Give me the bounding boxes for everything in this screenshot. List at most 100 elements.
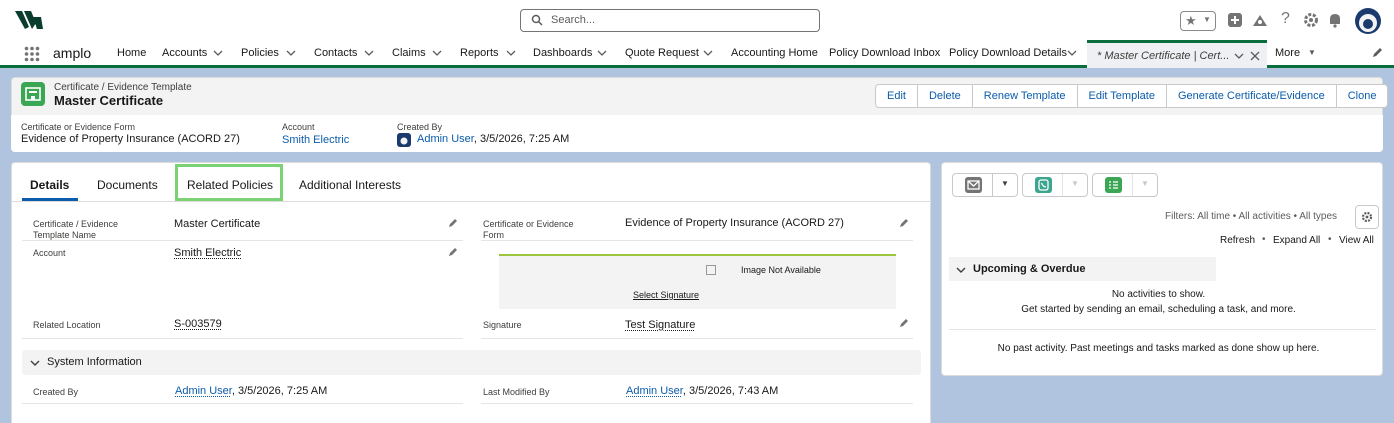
- edit-template-button[interactable]: Edit Template: [1077, 85, 1166, 107]
- edit-pencil-icon[interactable]: [448, 247, 458, 257]
- clone-button[interactable]: Clone: [1336, 85, 1388, 107]
- log-call-dropdown[interactable]: ▼: [1062, 174, 1088, 196]
- modified-by-date: , 3/5/2026, 7:43 AM: [683, 385, 778, 397]
- setup-gear-icon[interactable]: [1303, 12, 1319, 28]
- nav-more[interactable]: More: [1275, 47, 1300, 59]
- created-by-user-link[interactable]: Admin User: [175, 385, 232, 397]
- nav-item-home[interactable]: Home: [117, 47, 146, 59]
- trailhead-icon[interactable]: [1252, 12, 1268, 28]
- upcoming-overdue-header[interactable]: Upcoming & Overdue: [949, 257, 1216, 281]
- brand-logo[interactable]: [14, 9, 44, 31]
- created-by-date: , 3/5/2026, 7:25 AM: [232, 385, 327, 397]
- nav-item-policies[interactable]: Policies: [241, 47, 279, 59]
- activity-settings-button[interactable]: [1355, 205, 1379, 229]
- image-not-available-text: Image Not Available: [741, 265, 821, 275]
- favorites-button[interactable]: ★ ▼: [1180, 11, 1216, 31]
- template-name-label-line1: Certificate / Evidence: [33, 219, 118, 230]
- user-avatar[interactable]: [1355, 8, 1381, 34]
- edit-pencil-icon[interactable]: [448, 218, 458, 228]
- account-link[interactable]: Smith Electric: [174, 247, 241, 259]
- modified-by-user-link[interactable]: Admin User: [626, 385, 683, 397]
- renew-template-button[interactable]: Renew Template: [972, 85, 1077, 107]
- chevron-down-icon[interactable]: [506, 48, 516, 58]
- highlight-created-label: Created By: [397, 122, 442, 132]
- nav-item-claims[interactable]: Claims: [392, 47, 426, 59]
- signature-link[interactable]: Test Signature: [625, 319, 695, 331]
- edit-pencil-icon[interactable]: [899, 218, 909, 228]
- caret-down-icon[interactable]: ▼: [1308, 48, 1316, 57]
- object-type-label: Certificate / Evidence Template: [54, 82, 192, 93]
- field-label-last-modified-by: Last Modified By: [483, 387, 550, 398]
- bullet-separator: •: [1328, 234, 1332, 245]
- nav-item-quote-request[interactable]: Quote Request: [625, 47, 699, 59]
- edit-pencil-icon[interactable]: [899, 318, 909, 328]
- search-icon: [531, 14, 543, 26]
- add-icon[interactable]: [1227, 12, 1243, 28]
- nav-item-policy-download-details[interactable]: Policy Download Details: [949, 47, 1067, 59]
- global-search-input[interactable]: Search...: [520, 9, 820, 32]
- generate-certificate-button[interactable]: Generate Certificate/Evidence: [1166, 85, 1336, 107]
- gear-icon: [1361, 211, 1373, 223]
- form-value: Evidence of Property Insurance (ACORD 27…: [625, 217, 844, 229]
- nav-item-dashboards[interactable]: Dashboards: [533, 47, 592, 59]
- active-tab-label: * Master Certificate | Cert...: [1097, 50, 1229, 62]
- field-separator: [481, 338, 913, 339]
- chevron-down-icon: [956, 265, 966, 275]
- tab-master-certificate[interactable]: * Master Certificate | Cert...: [1087, 40, 1267, 68]
- tab-details[interactable]: Details: [30, 178, 69, 192]
- chevron-down-icon[interactable]: [1067, 48, 1077, 58]
- nav-item-accounts[interactable]: Accounts: [162, 47, 207, 59]
- highlight-account-link[interactable]: Smith Electric: [282, 134, 349, 146]
- field-separator: [22, 240, 463, 241]
- highlight-form-value: Evidence of Property Insurance (ACORD 27…: [21, 133, 240, 145]
- chevron-down-icon[interactable]: [364, 48, 374, 58]
- search-placeholder: Search...: [551, 14, 595, 26]
- log-call-action-button[interactable]: ▼: [1022, 173, 1088, 197]
- template-name-value: Master Certificate: [174, 218, 260, 230]
- nav-item-accounting-home[interactable]: Accounting Home: [731, 47, 818, 59]
- app-name: amplo: [53, 45, 91, 61]
- chevron-down-icon[interactable]: [597, 48, 607, 58]
- delete-button[interactable]: Delete: [917, 85, 972, 107]
- view-all-link[interactable]: View All: [1339, 235, 1374, 246]
- active-tab-indicator: [22, 198, 78, 201]
- field-label-account: Account: [33, 248, 66, 259]
- chevron-down-icon[interactable]: [286, 48, 296, 58]
- select-signature-link[interactable]: Select Signature: [633, 290, 699, 300]
- chevron-down-icon[interactable]: ▼: [1203, 15, 1211, 24]
- activity-filters-text: Filters: All time • All activities • All…: [1165, 211, 1337, 222]
- caret-down-icon: ▼: [1001, 179, 1009, 188]
- related-location-link[interactable]: S-003579: [174, 318, 222, 330]
- app-launcher-icon[interactable]: [24, 46, 40, 62]
- close-icon[interactable]: [1250, 51, 1260, 61]
- nav-item-reports[interactable]: Reports: [460, 47, 499, 59]
- notifications-bell-icon[interactable]: [1327, 12, 1343, 28]
- tab-additional-interests[interactable]: Additional Interests: [299, 178, 401, 192]
- email-icon: [965, 177, 982, 193]
- nav-item-policy-download-inbox[interactable]: Policy Download Inbox: [829, 47, 940, 59]
- field-label-related-location: Related Location: [33, 320, 101, 331]
- refresh-link[interactable]: Refresh: [1220, 235, 1255, 246]
- tab-divider: [12, 201, 930, 202]
- chevron-down-icon[interactable]: [703, 48, 713, 58]
- expand-all-link[interactable]: Expand All: [1273, 235, 1320, 246]
- last-modified-by-value: Admin User, 3/5/2026, 7:43 AM: [626, 385, 778, 397]
- created-by-user-link[interactable]: Admin User: [417, 133, 474, 145]
- field-label-created-by: Created By: [33, 387, 78, 398]
- email-dropdown[interactable]: ▼: [992, 174, 1018, 196]
- chevron-down-icon[interactable]: [432, 48, 442, 58]
- record-action-buttons: Edit Delete Renew Template Edit Template…: [875, 84, 1388, 108]
- nav-item-contacts[interactable]: Contacts: [314, 47, 357, 59]
- new-task-action-button[interactable]: ▼: [1092, 173, 1158, 197]
- new-task-dropdown[interactable]: ▼: [1132, 174, 1158, 196]
- phone-icon: [1035, 177, 1052, 193]
- tab-documents[interactable]: Documents: [97, 178, 158, 192]
- edit-nav-pencil-icon[interactable]: [1372, 47, 1383, 58]
- system-information-section-header[interactable]: System Information: [22, 350, 921, 375]
- chevron-down-icon[interactable]: [213, 48, 223, 58]
- email-action-button[interactable]: ▼: [952, 173, 1018, 197]
- edit-button[interactable]: Edit: [876, 85, 917, 107]
- chevron-down-icon[interactable]: [1234, 51, 1244, 61]
- created-by-value: Admin User, 3/5/2026, 7:25 AM: [175, 385, 327, 397]
- help-icon[interactable]: ?: [1281, 10, 1290, 28]
